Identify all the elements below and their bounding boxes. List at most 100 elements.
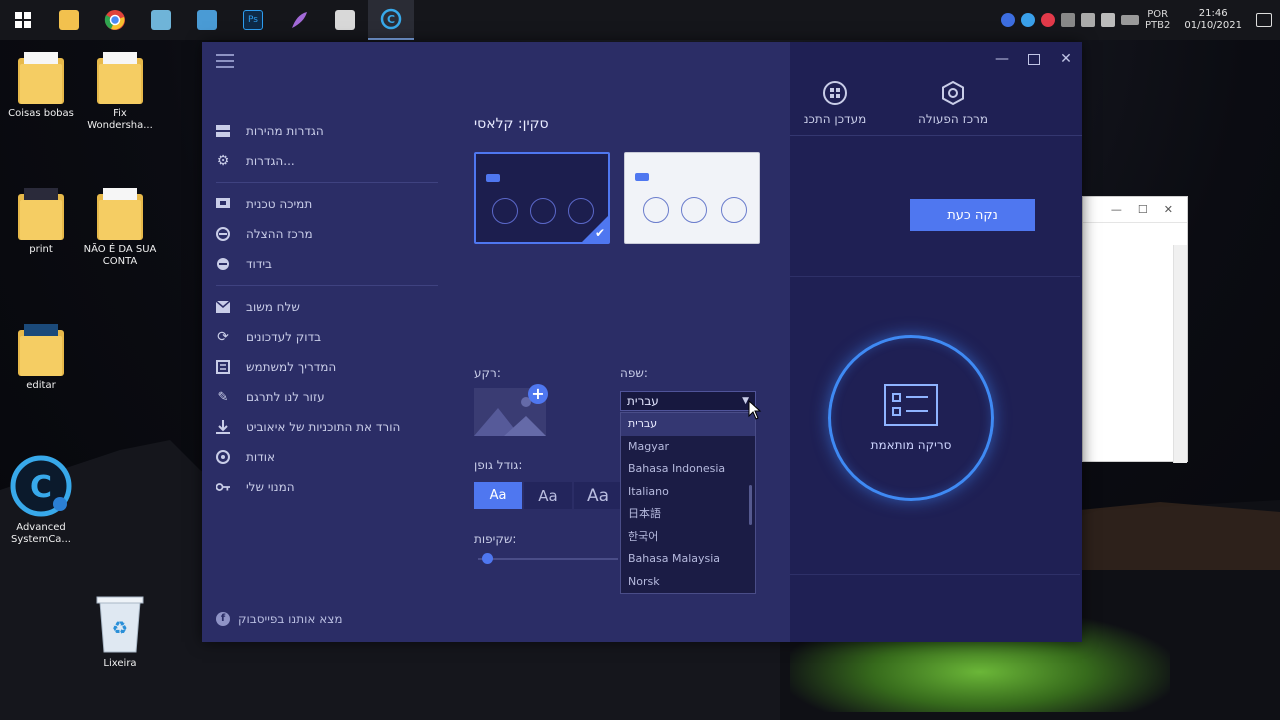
language-option[interactable]: Italiano bbox=[621, 481, 755, 504]
skin-title: סקין: קלאסי bbox=[474, 116, 549, 132]
dropdown-scrollbar[interactable] bbox=[749, 485, 752, 525]
mouse-cursor-icon bbox=[748, 400, 762, 420]
language-option[interactable]: עברית bbox=[621, 413, 755, 436]
font-size-small[interactable]: Aa bbox=[474, 482, 522, 509]
desktop-icon-nao-e-da-sua-conta[interactable]: NÃO É DA SUA CONTA bbox=[80, 186, 160, 268]
maximize-icon[interactable]: ☐ bbox=[1138, 203, 1148, 216]
feedback-icon bbox=[216, 300, 230, 314]
skin-option-dark[interactable]: ✔ bbox=[474, 152, 610, 244]
taskbar-app-1[interactable] bbox=[138, 0, 184, 40]
taskbar-file-explorer[interactable] bbox=[46, 0, 92, 40]
facebook-link[interactable]: f מצא אותנו בפייסבוק bbox=[216, 612, 342, 626]
wifi-icon[interactable] bbox=[1080, 13, 1095, 27]
add-background-button[interactable]: + bbox=[528, 384, 548, 404]
menu-item-send-feedback[interactable]: שלח משוב bbox=[216, 292, 438, 322]
tab-label: מעדכן התכנ bbox=[803, 112, 867, 126]
maximize-icon bbox=[1028, 53, 1040, 65]
language-option[interactable]: 日本語 bbox=[621, 503, 755, 526]
notification-center-icon[interactable] bbox=[1256, 13, 1272, 27]
font-size-large[interactable]: Aa bbox=[574, 482, 622, 509]
advanced-systemcare-icon: C bbox=[10, 455, 72, 517]
language-option[interactable]: Magyar bbox=[621, 436, 755, 459]
custom-scan-button[interactable]: סריקה מותאמת bbox=[828, 335, 994, 501]
folder-icon bbox=[18, 322, 64, 376]
taskbar: Ps C POR PTB2 21:46 01/10/2021 bbox=[0, 0, 1280, 40]
advanced-systemcare-icon: C bbox=[380, 8, 402, 30]
taskbar-photoshop[interactable]: Ps bbox=[230, 0, 276, 40]
svg-text:♻: ♻ bbox=[112, 618, 128, 639]
maximize-button[interactable] bbox=[1018, 42, 1050, 76]
feather-icon bbox=[292, 12, 307, 28]
taskbar-feather-app[interactable] bbox=[276, 0, 322, 40]
start-button[interactable] bbox=[0, 0, 46, 40]
language-dropdown: עברית Magyar Bahasa Indonesia Italiano 日… bbox=[620, 412, 756, 594]
language-select[interactable]: עברית ▼ bbox=[620, 391, 756, 411]
folder-icon bbox=[97, 50, 143, 104]
svg-text:C: C bbox=[387, 13, 395, 26]
close-icon[interactable]: ✕ bbox=[1164, 203, 1173, 216]
desktop-icon-label: Lixeira bbox=[103, 658, 137, 669]
minimize-icon[interactable]: — bbox=[1111, 203, 1122, 216]
taskbar-app-2[interactable] bbox=[184, 0, 230, 40]
menu-item-user-guide[interactable]: המדריך למשתמש bbox=[216, 352, 438, 382]
menu-panel: הגדרות מהירות ⚙ הגדרות... תמיכה טכנית מר… bbox=[202, 42, 790, 642]
input-language[interactable]: POR PTB2 bbox=[1145, 9, 1170, 31]
tab-software-updater[interactable]: מעדכן התכנ bbox=[790, 80, 880, 126]
volume-icon[interactable] bbox=[1100, 13, 1115, 27]
keyboard-icon[interactable] bbox=[1120, 15, 1139, 25]
minimize-button[interactable]: — bbox=[986, 42, 1018, 76]
tab-action-center[interactable]: מרכז הפעולה bbox=[898, 80, 1008, 126]
desktop-icon-fix-wondershare[interactable]: Fix Wondersha... bbox=[80, 50, 160, 132]
language-option[interactable]: Bahasa Malaysia bbox=[621, 548, 755, 571]
taskbar-chrome[interactable] bbox=[92, 0, 138, 40]
menu-item-quick-settings[interactable]: הגדרות מהירות bbox=[216, 116, 438, 146]
desktop-icon-label: NÃO É DA SUA CONTA bbox=[83, 244, 157, 267]
tray-shield-icon[interactable] bbox=[1020, 13, 1035, 27]
taskbar-app-3[interactable] bbox=[322, 0, 368, 40]
transparency-slider-track[interactable] bbox=[478, 558, 618, 560]
taskbar-clock[interactable]: 21:46 01/10/2021 bbox=[1176, 8, 1250, 32]
window-controls: — ✕ bbox=[986, 42, 1082, 76]
menu-separator bbox=[216, 285, 438, 286]
main-tabs: מרכז הפעולה מעדכן התכנ bbox=[790, 80, 1082, 136]
clock-date: 01/10/2021 bbox=[1184, 20, 1242, 31]
tray-record-icon[interactable] bbox=[1040, 13, 1055, 27]
menu-item-my-subscription[interactable]: המנוי שלי bbox=[216, 472, 438, 502]
skin-option-light[interactable] bbox=[624, 152, 760, 244]
menu-item-label: המנוי שלי bbox=[246, 480, 295, 494]
guide-icon bbox=[216, 360, 230, 374]
menu-item-label: בדוק לעדכונים bbox=[246, 330, 322, 344]
menu-item-quarantine[interactable]: בידוד bbox=[216, 249, 438, 279]
facebook-link-label: מצא אותנו בפייסבוק bbox=[238, 612, 343, 626]
desktop-icon-lixeira[interactable]: ♻ Lixeira bbox=[80, 592, 160, 670]
tray-usb-icon[interactable] bbox=[1060, 13, 1075, 27]
advanced-systemcare-window: — ✕ מרכז הפעולה מעדכן התכנ נקה כעת סריקה bbox=[202, 42, 1082, 642]
menu-item-help-translate[interactable]: ✎ עזור לנו לתרגם bbox=[216, 382, 438, 412]
menu-item-about[interactable]: אודות bbox=[216, 442, 438, 472]
background-window[interactable]: — ☐ ✕ bbox=[1082, 196, 1188, 463]
chrome-icon bbox=[104, 10, 125, 30]
desktop-icon-advanced-systemcare[interactable]: C Advanced SystemCa... bbox=[1, 454, 81, 546]
close-button[interactable]: ✕ bbox=[1050, 42, 1082, 76]
desktop-icon-editar[interactable]: editar bbox=[1, 322, 81, 392]
transparency-slider-handle[interactable] bbox=[481, 553, 493, 564]
language-option[interactable]: 한국어 bbox=[621, 526, 755, 549]
font-size-medium[interactable]: Aa bbox=[524, 482, 572, 509]
taskbar-advanced-systemcare[interactable]: C bbox=[368, 0, 414, 40]
tray-app-icon[interactable] bbox=[1000, 13, 1015, 27]
menu-item-label: שלח משוב bbox=[246, 300, 300, 314]
language-option[interactable]: Norsk bbox=[621, 571, 755, 594]
scrollbar[interactable] bbox=[1173, 245, 1187, 463]
file-explorer-icon bbox=[59, 10, 79, 30]
menu-item-download-iobit[interactable]: הורד את התוכניות של איאוביט bbox=[216, 412, 438, 442]
menu-item-rescue-center[interactable]: מרכז ההצלה bbox=[216, 219, 438, 249]
language-option[interactable]: Bahasa Indonesia bbox=[621, 458, 755, 481]
desktop-icon-print[interactable]: print bbox=[1, 186, 81, 256]
menu-item-settings[interactable]: ⚙ הגדרות... bbox=[216, 146, 438, 176]
clean-now-button[interactable]: נקה כעת bbox=[910, 199, 1035, 231]
menu-item-check-updates[interactable]: ⟳ בדוק לעדכונים bbox=[216, 322, 438, 352]
menu-item-label: עזור לנו לתרגם bbox=[246, 390, 325, 404]
menu-item-technical-support[interactable]: תמיכה טכנית bbox=[216, 189, 438, 219]
desktop-icon-coisas-bobas[interactable]: Coisas bobas bbox=[1, 50, 81, 120]
hamburger-menu-icon[interactable] bbox=[216, 54, 234, 68]
